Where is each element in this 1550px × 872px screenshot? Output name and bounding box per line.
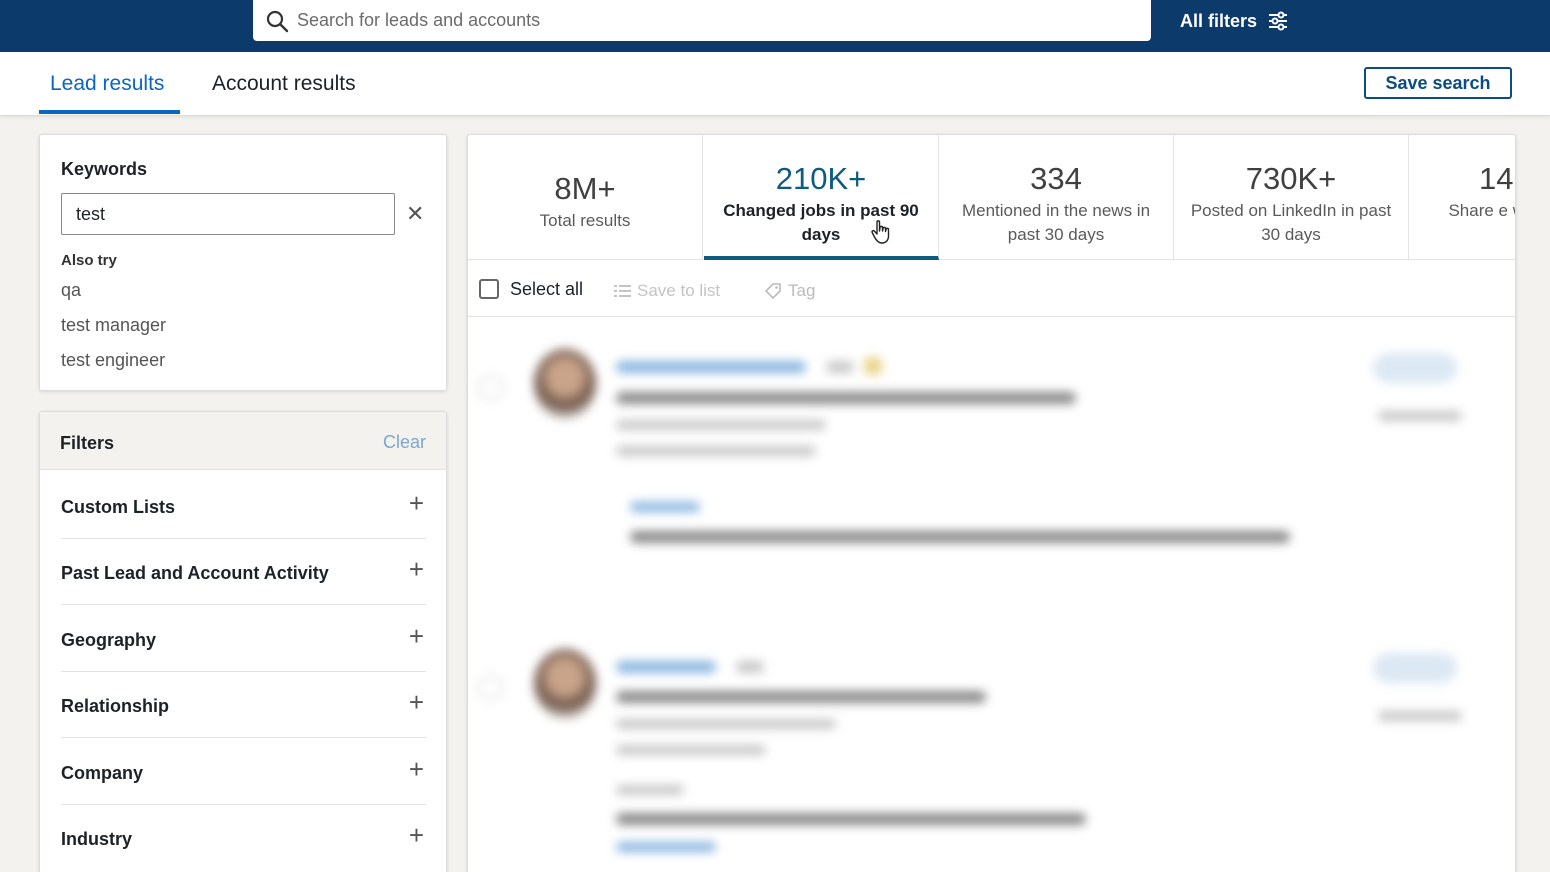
tag-button[interactable]: Tag [764, 281, 815, 301]
filters-title: Filters [60, 433, 115, 453]
plus-icon[interactable]: + [409, 756, 424, 782]
avatar [534, 349, 596, 419]
filters-panel: Filters Clear Custom Lists + Past Lead a… [39, 411, 447, 872]
all-filters-button[interactable]: All filters [1180, 10, 1289, 32]
hand-cursor-icon [871, 220, 890, 244]
filter-industry[interactable]: Industry + [61, 805, 426, 871]
stat-changed-jobs[interactable]: 210K+ Changed jobs in past 90 days [704, 135, 939, 260]
stat-share-experiences[interactable]: 14 Share e wit [1409, 135, 1515, 260]
stat-posted-linkedin[interactable]: 730K+ Posted on LinkedIn in past 30 days [1174, 135, 1409, 260]
stat-number: 210K+ [775, 161, 867, 196]
search-input[interactable] [297, 10, 1097, 31]
tag-label: Tag [788, 281, 816, 300]
plus-icon[interactable]: + [409, 822, 424, 848]
filter-label: Industry [61, 829, 133, 849]
save-to-list-button[interactable]: Save to list [614, 281, 720, 301]
suggestion-qa[interactable]: qa [61, 280, 81, 301]
stat-mentioned-news[interactable]: 334 Mentioned in the news in past 30 day… [939, 135, 1174, 260]
search-bar[interactable] [253, 0, 1151, 41]
filter-label: Custom Lists [61, 497, 176, 517]
suggestion-test-engineer[interactable]: test engineer [61, 350, 165, 371]
filter-relationship[interactable]: Relationship + [61, 672, 426, 738]
plus-icon[interactable]: + [409, 689, 424, 715]
stat-number: 8M+ [554, 171, 616, 206]
select-all-label[interactable]: Select all [510, 279, 583, 300]
plus-icon[interactable]: + [409, 556, 424, 582]
clear-filters-link[interactable]: Clear [383, 432, 426, 453]
keywords-title: Keywords [61, 159, 148, 179]
plus-icon[interactable]: + [409, 623, 424, 649]
all-filters-label: All filters [1180, 10, 1258, 31]
stat-label: Changed jobs in past 90 days [723, 201, 919, 244]
list-icon [614, 285, 631, 297]
filter-label: Geography [61, 630, 157, 650]
filter-label: Past Lead and Account Activity [61, 563, 329, 583]
avatar [534, 649, 596, 719]
filter-custom-lists[interactable]: Custom Lists + [61, 473, 426, 539]
clear-keywords-icon[interactable]: ✕ [406, 201, 424, 227]
stat-total-results[interactable]: 8M+ Total results [468, 135, 703, 260]
search-icon [266, 10, 289, 32]
also-try-label: Also try [61, 252, 117, 269]
active-tab-indicator [39, 110, 180, 114]
save-to-list-label: Save to list [637, 281, 721, 300]
filter-company[interactable]: Company + [61, 739, 426, 805]
filter-geography[interactable]: Geography + [61, 606, 426, 672]
save-search-button[interactable]: Save search [1364, 67, 1512, 99]
stat-number: 334 [1030, 161, 1082, 196]
stat-label: Share e wit [1448, 201, 1515, 220]
stat-label: Mentioned in the news in past 30 days [961, 201, 1151, 244]
tab-lead-results[interactable]: Lead results [50, 72, 164, 96]
plus-icon[interactable]: + [409, 490, 424, 516]
tag-icon [764, 283, 781, 300]
results-tabbar: Lead results Account results Save search [0, 52, 1550, 116]
filter-past-activity[interactable]: Past Lead and Account Activity + [61, 539, 426, 605]
select-all-checkbox[interactable] [479, 279, 499, 299]
top-navbar: All filters [0, 0, 1550, 52]
filter-label: Relationship [61, 696, 170, 716]
suggestion-test-manager[interactable]: test manager [61, 315, 166, 336]
results-panel: 8M+ Total results 210K+ Changed jobs in … [467, 134, 1516, 872]
keywords-input[interactable] [61, 193, 395, 235]
stat-number: 14 [1479, 161, 1514, 196]
keywords-panel: Keywords ✕ Also try qa test manager test… [39, 134, 447, 391]
stat-number: 730K+ [1245, 161, 1337, 196]
stat-label: Total results [539, 211, 631, 230]
stat-label: Posted on LinkedIn in past 30 days [1190, 201, 1392, 244]
filters-header: Filters Clear [40, 412, 446, 470]
sliders-icon [1269, 11, 1288, 31]
filter-label: Company [61, 763, 144, 783]
tab-account-results[interactable]: Account results [212, 72, 356, 96]
